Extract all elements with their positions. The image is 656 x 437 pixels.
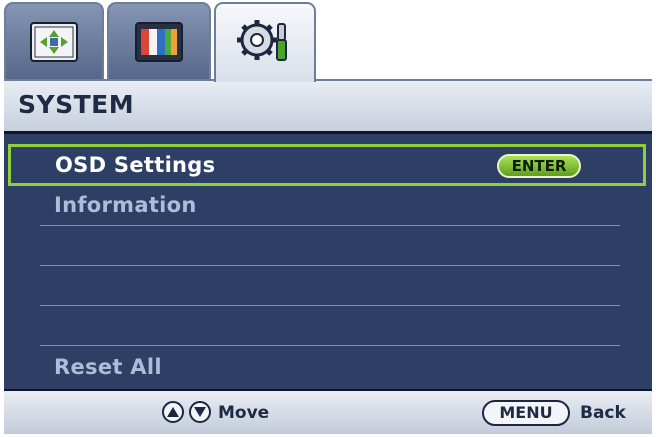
page-title: SYSTEM (18, 90, 135, 119)
menu-item-empty (40, 226, 620, 266)
section-header: SYSTEM (4, 79, 652, 131)
down-arrow-key-icon[interactable] (189, 401, 211, 423)
tab-display[interactable] (4, 2, 104, 80)
menu-item-information[interactable]: Information (40, 186, 620, 226)
osd-window: SYSTEM OSD Settings ENTER Information Re… (4, 2, 652, 434)
picture-icon (135, 22, 183, 62)
menu-item-empty (40, 306, 620, 346)
menu-item-label: Reset All (54, 355, 162, 379)
menu-item-label: OSD Settings (55, 153, 216, 177)
system-gear-icon (233, 18, 297, 68)
menu-item-reset-all[interactable]: Reset All (40, 348, 620, 388)
up-arrow-key-icon[interactable] (162, 401, 184, 423)
display-adjust-icon (30, 22, 78, 62)
back-hint-label: Back (580, 403, 626, 423)
menu-key-button[interactable]: MENU (482, 400, 570, 426)
tab-system[interactable] (214, 2, 316, 82)
move-hint-label: Move (218, 403, 270, 423)
tab-picture[interactable] (107, 2, 211, 80)
menu-list: OSD Settings ENTER Information Reset All (4, 131, 652, 389)
menu-item-empty (40, 266, 620, 306)
menu-item-label: Information (54, 193, 197, 217)
menu-item-osd-settings[interactable]: OSD Settings ENTER (8, 144, 646, 186)
key-hint-bar: Move MENU Back (4, 389, 652, 434)
enter-badge: ENTER (497, 154, 581, 178)
